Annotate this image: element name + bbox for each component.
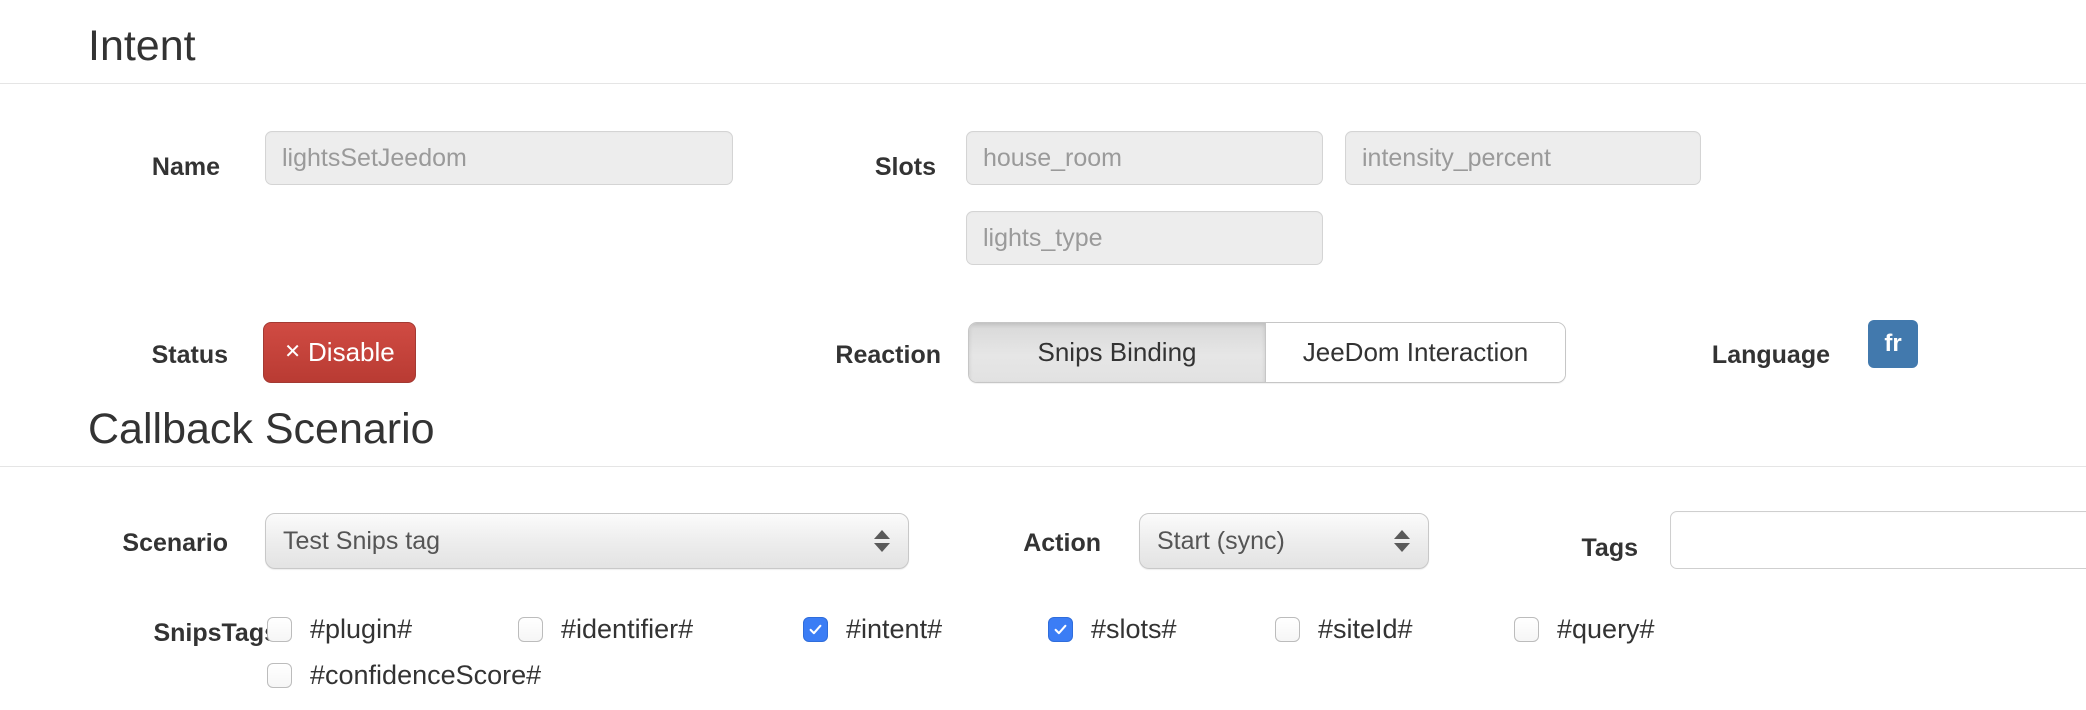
reaction-option-snips-binding[interactable]: Snips Binding bbox=[969, 323, 1266, 382]
chevron-updown-icon bbox=[869, 530, 895, 552]
action-label: Action bbox=[1023, 529, 1101, 557]
snipstag-label: #identifier# bbox=[561, 614, 694, 644]
snipstags-label: SnipsTags bbox=[153, 619, 278, 647]
disable-button[interactable]: ✕ Disable bbox=[263, 322, 416, 383]
scenario-select[interactable]: Test Snips tag bbox=[265, 513, 909, 569]
scenario-label: Scenario bbox=[122, 529, 228, 557]
slot-input-1[interactable] bbox=[1345, 131, 1701, 185]
chevron-updown-icon bbox=[1389, 530, 1415, 552]
name-input[interactable] bbox=[265, 131, 733, 185]
checkbox-box[interactable] bbox=[1275, 617, 1300, 642]
snipstag-label: #confidenceScore# bbox=[310, 660, 542, 690]
tags-label: Tags bbox=[1581, 534, 1639, 562]
name-label: Name bbox=[151, 153, 220, 181]
snipstag-label: #intent# bbox=[846, 614, 943, 644]
disable-button-label: Disable bbox=[308, 337, 395, 367]
snipstag-label: #slots# bbox=[1091, 614, 1177, 644]
snipstag-checkbox-siteid[interactable]: #siteId# bbox=[1275, 616, 1413, 643]
snipstag-checkbox-plugin[interactable]: #plugin# bbox=[267, 616, 412, 643]
intent-section-divider bbox=[0, 83, 2086, 84]
snipstag-label: #siteId# bbox=[1318, 614, 1413, 644]
language-label: Language bbox=[1711, 341, 1830, 369]
times-icon: ✕ bbox=[284, 340, 302, 363]
reaction-option-jeedom-interaction[interactable]: JeeDom Interaction bbox=[1266, 323, 1565, 382]
slot-input-0[interactable] bbox=[966, 131, 1323, 185]
check-icon bbox=[1054, 624, 1067, 635]
reaction-toggle-group: Snips Binding JeeDom Interaction bbox=[968, 322, 1566, 383]
snipstag-label: #query# bbox=[1557, 614, 1655, 644]
checkbox-box[interactable] bbox=[803, 617, 828, 642]
snipstag-checkbox-slots[interactable]: #slots# bbox=[1048, 616, 1177, 643]
action-select[interactable]: Start (sync) bbox=[1139, 513, 1429, 569]
snipstag-checkbox-confidencescore[interactable]: #confidenceScore# bbox=[267, 662, 541, 689]
checkbox-box[interactable] bbox=[518, 617, 543, 642]
callback-scenario-section-title: Callback Scenario bbox=[88, 405, 435, 453]
callback-section-divider bbox=[0, 466, 2086, 467]
snipstag-checkbox-query[interactable]: #query# bbox=[1514, 616, 1655, 643]
snipstag-label: #plugin# bbox=[310, 614, 413, 644]
reaction-label: Reaction bbox=[835, 341, 941, 369]
checkbox-box[interactable] bbox=[267, 617, 292, 642]
snipstag-checkbox-intent[interactable]: #intent# bbox=[803, 616, 942, 643]
action-select-value: Start (sync) bbox=[1157, 526, 1285, 555]
status-label: Status bbox=[151, 341, 228, 369]
slots-label: Slots bbox=[874, 153, 936, 181]
check-icon bbox=[809, 624, 822, 635]
slot-input-2[interactable] bbox=[966, 211, 1323, 265]
checkbox-box[interactable] bbox=[267, 663, 292, 688]
intent-configuration-page: Intent Name Slots Status ✕ Disable React… bbox=[0, 0, 2086, 710]
language-badge-fr[interactable]: fr bbox=[1868, 320, 1918, 368]
scenario-select-value: Test Snips tag bbox=[283, 526, 441, 555]
checkbox-box[interactable] bbox=[1048, 617, 1073, 642]
tags-input[interactable] bbox=[1670, 511, 2086, 569]
intent-section-title: Intent bbox=[88, 22, 196, 70]
snipstag-checkbox-identifier[interactable]: #identifier# bbox=[518, 616, 693, 643]
checkbox-box[interactable] bbox=[1514, 617, 1539, 642]
